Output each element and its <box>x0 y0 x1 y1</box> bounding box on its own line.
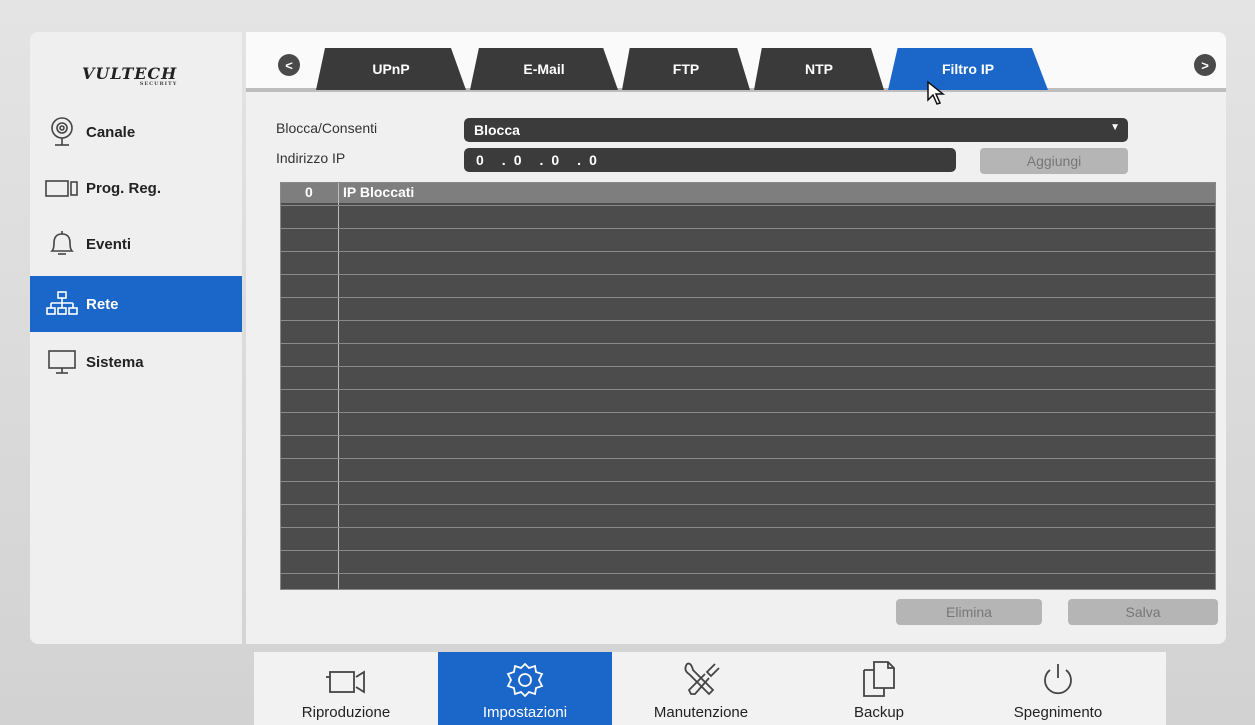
network-settings-panel: < UPnP E-Mail FTP NTP Filtro IP > Blocca… <box>246 32 1226 644</box>
sidebar-item-rete[interactable]: Rete <box>30 276 242 332</box>
tab-next-button[interactable]: > <box>1194 54 1216 76</box>
playback-camera-icon <box>326 670 365 694</box>
table-row[interactable] <box>281 412 1215 413</box>
sidebar-item-label: Sistema <box>86 353 144 371</box>
bottom-item-label: Manutenzione <box>653 704 749 721</box>
sidebar-item-sistema[interactable]: Sistema <box>30 334 242 390</box>
save-button[interactable]: Salva <box>1068 599 1218 625</box>
power-icon <box>1044 664 1072 695</box>
bottom-item-label: Spegnimento <box>1013 704 1103 721</box>
table-row[interactable] <box>281 320 1215 321</box>
bottom-item-impostazioni[interactable]: Impostazioni <box>438 652 612 725</box>
bell-icon <box>44 228 80 260</box>
sidebar-item-eventi[interactable]: Eventi <box>30 216 242 272</box>
add-ip-button[interactable]: Aggiungi <box>980 148 1128 174</box>
sidebar-item-label: Prog. Reg. <box>86 179 162 197</box>
tab-e-mail[interactable]: E-Mail <box>470 48 618 90</box>
bottom-item-label: Backup <box>853 704 905 721</box>
chevron-down-icon: ▼ <box>1110 122 1120 133</box>
table-row[interactable] <box>281 228 1215 229</box>
settings-gear-icon <box>506 662 544 698</box>
ip-address-label: Indirizzo IP <box>276 150 346 166</box>
bottom-item-backup[interactable]: Backup <box>790 652 968 725</box>
table-row[interactable] <box>281 366 1215 367</box>
delete-button[interactable]: Elimina <box>896 599 1042 625</box>
tab-ntp[interactable]: NTP <box>754 48 884 90</box>
bottom-menu-bar: Riproduzione Impostazioni Manutenzione B… <box>254 652 1166 725</box>
tools-icon <box>684 662 720 696</box>
tab-ftp[interactable]: FTP <box>622 48 750 90</box>
table-row[interactable] <box>281 458 1215 459</box>
sidebar-item-label: Canale <box>86 123 136 141</box>
block-allow-value: Blocca <box>474 122 520 138</box>
sidebar: VULTECH SECURITY Canale Prog. Reg. Event… <box>30 32 242 644</box>
table-row[interactable] <box>281 527 1215 528</box>
bottom-item-riproduzione[interactable]: Riproduzione <box>254 652 438 725</box>
sidebar-item-canale[interactable]: Canale <box>30 104 242 160</box>
table-row[interactable] <box>281 504 1215 505</box>
table-row[interactable] <box>281 205 1215 206</box>
monitor-icon <box>44 346 80 378</box>
table-row[interactable] <box>281 481 1215 482</box>
table-row[interactable] <box>281 550 1215 551</box>
column-divider <box>338 183 339 589</box>
camera-icon <box>44 116 80 148</box>
bottom-item-spegnimento[interactable]: Spegnimento <box>968 652 1148 725</box>
tab-prev-button[interactable]: < <box>278 54 300 76</box>
ip-address-input[interactable]: 0 . 0 . 0 . 0 <box>464 148 956 172</box>
table-row[interactable] <box>281 297 1215 298</box>
sidebar-item-prog-reg[interactable]: Prog. Reg. <box>30 160 242 216</box>
table-row[interactable] <box>281 343 1215 344</box>
tab-filtro-ip[interactable]: Filtro IP <box>888 48 1048 90</box>
tab-upnp[interactable]: UPnP <box>316 48 466 90</box>
mouse-cursor-icon <box>927 80 946 105</box>
brand-logo: VULTECH SECURITY <box>82 64 178 87</box>
table-row[interactable] <box>281 573 1215 574</box>
sidebar-item-label: Rete <box>86 295 119 313</box>
copy-files-icon <box>863 661 895 697</box>
table-header: 0 IP Bloccati <box>281 183 1215 203</box>
blocked-ip-table: 0 IP Bloccati <box>280 182 1216 590</box>
block-allow-select[interactable]: Blocca ▼ <box>464 118 1128 142</box>
network-icon <box>44 288 80 320</box>
table-row[interactable] <box>281 435 1215 436</box>
table-row[interactable] <box>281 274 1215 275</box>
column-header-blocked-ip: IP Bloccati <box>343 184 415 200</box>
table-row[interactable] <box>281 389 1215 390</box>
blocked-count: 0 <box>305 184 313 200</box>
bottom-item-label: Impostazioni <box>482 704 568 721</box>
dvr-settings-screen: VULTECH SECURITY Canale Prog. Reg. Event… <box>0 0 1255 725</box>
bottom-item-manutenzione[interactable]: Manutenzione <box>612 652 790 725</box>
sidebar-item-label: Eventi <box>86 235 132 253</box>
record-schedule-icon <box>44 172 80 204</box>
table-row[interactable] <box>281 251 1215 252</box>
bottom-item-label: Riproduzione <box>301 704 391 721</box>
block-allow-label: Blocca/Consenti <box>276 120 378 136</box>
